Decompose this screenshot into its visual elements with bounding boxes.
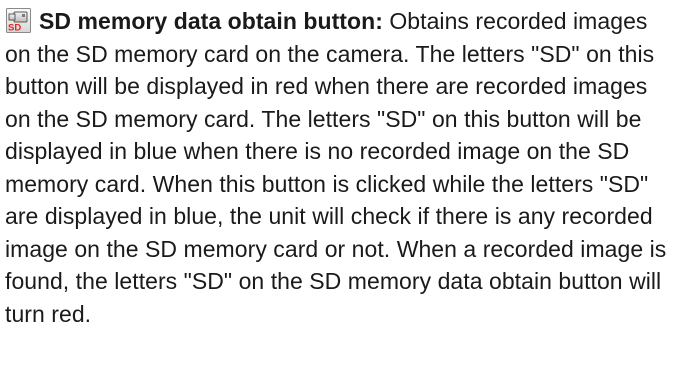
- manual-entry: SD SD memory data obtain button: Obtains…: [5, 5, 671, 330]
- entry-description: Obtains recorded images on the SD memory…: [5, 8, 667, 327]
- sd-label: SD: [8, 23, 21, 34]
- sd-memory-data-obtain-button-icon: SD: [6, 8, 31, 33]
- entry-title: SD memory data obtain button:: [39, 8, 383, 34]
